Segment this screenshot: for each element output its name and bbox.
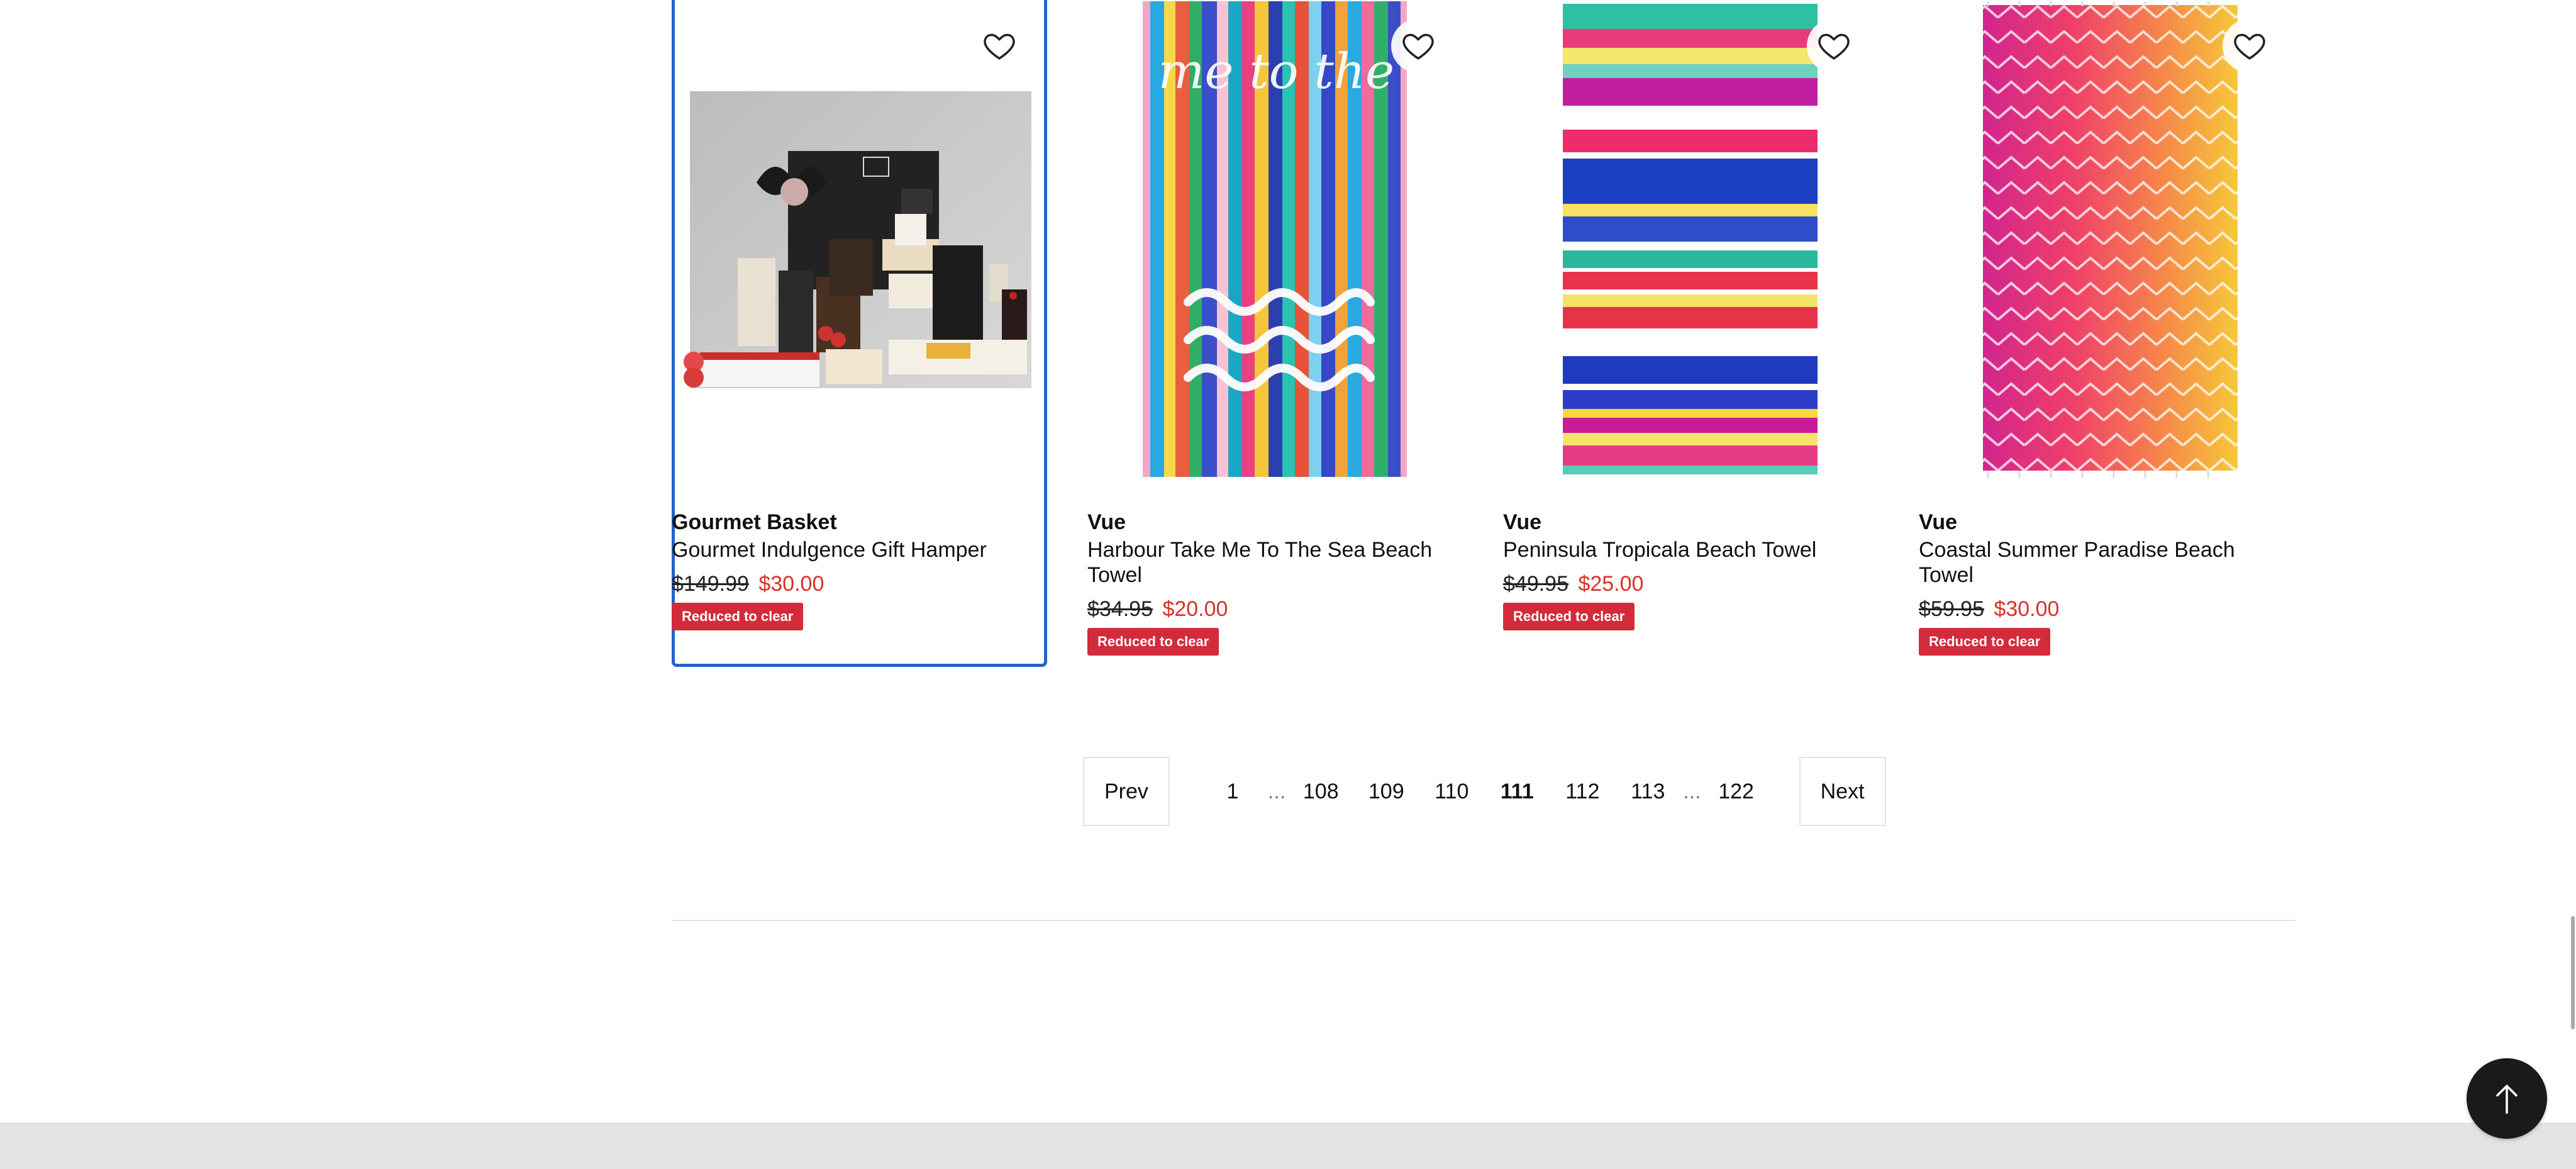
pagination-ellipsis: ... [1267, 779, 1286, 803]
product-info: Vue Harbour Take Me To The Sea Beach Tow… [1087, 508, 1463, 656]
product-brand: Gourmet Basket [672, 510, 837, 534]
original-price: $59.95 [1919, 597, 1984, 621]
sale-price: $30.00 [758, 572, 824, 596]
original-price: $34.95 [1087, 597, 1153, 621]
arrow-up-icon [2496, 1085, 2518, 1114]
reduced-to-clear-badge: Reduced to clear [1503, 603, 1635, 630]
page-link[interactable]: 122 [1704, 780, 1769, 804]
sale-price: $30.00 [1994, 597, 2060, 621]
chevron-towel-image [1983, 1, 2238, 478]
product-name[interactable]: Harbour Take Me To The Sea Beach Towel [1087, 537, 1463, 588]
page-link[interactable]: 1 [1200, 780, 1265, 804]
page-scrollbar[interactable] [2567, 916, 2576, 1029]
product-prices: $49.95 $25.00 [1503, 570, 1879, 598]
pagination-ellipsis: ... [1683, 779, 1701, 803]
product-name[interactable]: Coastal Summer Paradise Beach Towel [1919, 537, 2294, 588]
prev-page-button[interactable]: Prev [1083, 757, 1170, 826]
wishlist-heart-icon[interactable] [972, 19, 1026, 73]
sale-price: $25.00 [1578, 572, 1644, 596]
page-link[interactable]: 112 [1550, 780, 1615, 804]
reduced-to-clear-badge: Reduced to clear [1087, 628, 1219, 656]
product-info: Vue Peninsula Tropicala Beach Towel $49.… [1503, 508, 1879, 630]
wishlist-heart-icon[interactable] [1807, 19, 1861, 73]
product-name[interactable]: Peninsula Tropicala Beach Towel [1503, 537, 1879, 562]
product-info: Gourmet Basket Gourmet Indulgence Gift H… [672, 508, 1047, 630]
product-info: Vue Coastal Summer Paradise Beach Towel … [1919, 508, 2294, 656]
section-divider [672, 920, 2296, 921]
pagination: Prev 1 ... 108 109 110 111 112 113 ... 1… [1083, 757, 1886, 826]
product-card[interactable]: Vue Coastal Summer Paradise Beach Towel … [1919, 0, 2294, 667]
original-price: $149.99 [672, 572, 749, 596]
product-brand: Vue [1503, 510, 1542, 534]
page-link[interactable]: 108 [1288, 780, 1353, 804]
product-listing-page: Gourmet Basket Gourmet Indulgence Gift H… [0, 0, 2576, 1169]
page-link[interactable]: 113 [1615, 780, 1680, 804]
product-image[interactable] [1503, 0, 1879, 484]
product-brand: Vue [1919, 510, 1958, 534]
page-link[interactable]: 109 [1353, 780, 1419, 804]
product-image[interactable] [675, 0, 1050, 484]
product-card[interactable]: take me to the SEA Vue Harbour Take Me T… [1035, 0, 1515, 667]
reduced-to-clear-badge: Reduced to clear [672, 603, 804, 630]
product-prices: $34.95 $20.00 [1087, 595, 1463, 623]
sale-price: $20.00 [1162, 597, 1228, 621]
product-name[interactable]: Gourmet Indulgence Gift Hamper [672, 537, 1047, 562]
page-link[interactable]: 110 [1419, 780, 1484, 804]
product-image[interactable]: take me to the SEA [1035, 0, 1515, 484]
original-price: $49.95 [1503, 572, 1568, 596]
scrollbar-thumb[interactable] [2571, 916, 2575, 1029]
wishlist-heart-icon[interactable] [2223, 19, 2277, 73]
product-brand: Vue [1087, 510, 1126, 534]
product-card[interactable]: Gourmet Basket Gourmet Indulgence Gift H… [672, 0, 1047, 667]
wishlist-heart-icon[interactable] [1391, 19, 1445, 73]
current-page[interactable]: 111 [1484, 780, 1550, 804]
product-prices: $59.95 $30.00 [1919, 595, 2294, 623]
product-grid: Gourmet Basket Gourmet Indulgence Gift H… [672, 0, 2296, 667]
gift-hamper-image [684, 91, 1031, 388]
next-page-button[interactable]: Next [1799, 757, 1886, 826]
page-numbers: 1 ... 108 109 110 111 112 113 ... 122 [1200, 780, 1769, 804]
product-card[interactable]: Vue Peninsula Tropicala Beach Towel $49.… [1503, 0, 1879, 667]
product-prices: $149.99 $30.00 [672, 570, 1047, 598]
horizontal-stripe-towel-image [1563, 1, 1818, 477]
footer-band [0, 1122, 2576, 1169]
striped-towel-image: take me to the SEA [1035, 1, 1515, 477]
scroll-to-top-button[interactable] [2467, 1058, 2547, 1139]
reduced-to-clear-badge: Reduced to clear [1919, 628, 2051, 656]
product-image[interactable] [1919, 0, 2294, 484]
